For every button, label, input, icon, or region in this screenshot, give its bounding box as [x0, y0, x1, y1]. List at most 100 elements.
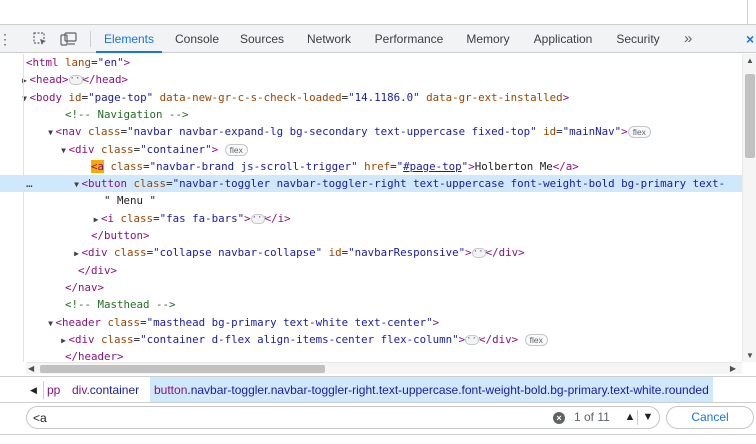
cancel-button[interactable]: Cancel	[666, 406, 754, 429]
tag-open: <i	[101, 211, 115, 225]
tag-open: <body	[29, 90, 63, 104]
scroll-thumb[interactable]	[745, 74, 755, 158]
flex-badge[interactable]: flex	[627, 126, 651, 139]
breadcrumb: ◀ pp div.container button.navbar-toggler…	[0, 376, 756, 403]
href-link[interactable]: #page-top	[403, 160, 462, 173]
dom-node-div-container[interactable]: ▼ <div class="container"> flex	[0, 141, 742, 158]
node-actions-icon[interactable]: …	[26, 175, 33, 192]
tag-open: <header	[55, 315, 102, 329]
dom-tree: <html lang="en"> ▶ <head>···</head> ▼ <bod…	[0, 54, 742, 362]
scroll-down-icon[interactable]: ▼	[746, 351, 754, 360]
tag-open: <button	[81, 177, 128, 191]
dom-node-html[interactable]: <html lang="en">	[0, 54, 742, 71]
tab-console[interactable]: Console	[166, 25, 228, 53]
tag-close: </head>	[82, 73, 129, 87]
dom-node-div-collapse[interactable]: ▶ <div class="collapse navbar-collapse" i…	[0, 244, 742, 261]
dom-node-body[interactable]: ▼ <body id="page-top" data-new-gr-c-s-che…	[0, 89, 742, 106]
scroll-thumb[interactable]	[40, 365, 325, 373]
dom-node-head[interactable]: ▶ <head>···</head>	[0, 71, 742, 88]
dom-node-button-selected[interactable]: … ▼ <button class="navbar-toggler navbar-…	[0, 175, 742, 193]
dom-node-header[interactable]: ▼ <header class="masthead bg-primary text…	[0, 314, 742, 331]
dom-close-nav[interactable]: </nav>	[0, 279, 742, 296]
collapse-triangle-icon[interactable]: ▼	[46, 315, 56, 332]
scroll-right-icon[interactable]: ▶	[730, 363, 736, 375]
collapse-triangle-icon[interactable]: ▼	[46, 124, 56, 141]
previous-match-button[interactable]: ▲	[621, 407, 639, 428]
attr-value: "14.1186.0"	[348, 90, 420, 104]
breadcrumb-item-selected[interactable]: button.navbar-toggler.navbar-toggler-rig…	[150, 377, 713, 403]
tag-close: </div>	[485, 246, 525, 260]
ellipsis-icon[interactable]: ···	[465, 334, 482, 345]
drawer-strip	[0, 434, 756, 444]
attr-value: "navbarResponsive"	[348, 246, 466, 260]
device-toolbar-icon[interactable]	[58, 25, 80, 53]
expand-triangle-icon[interactable]: ▶	[72, 245, 82, 262]
attr-value: "container"	[140, 142, 212, 156]
collapse-triangle-icon[interactable]: ▼	[20, 90, 30, 107]
tree-gutter	[23, 54, 24, 362]
tag-close: >	[432, 315, 440, 329]
tag-open: <html	[26, 56, 59, 69]
scroll-left-icon[interactable]: ◀	[28, 363, 34, 375]
tag-close: </i>	[264, 211, 291, 225]
expand-triangle-icon[interactable]: ▶	[20, 72, 30, 89]
tag-open: <head>	[29, 73, 69, 87]
collapse-triangle-icon[interactable]: ▼	[72, 176, 82, 193]
dom-close-header[interactable]: </header>	[0, 348, 742, 362]
dom-close-button[interactable]: </button>	[0, 227, 742, 244]
tab-network[interactable]: Network	[296, 25, 362, 53]
comment-text: <!-- Masthead -->	[65, 298, 176, 312]
attr-name: id	[68, 90, 82, 104]
dom-node-div-masthead[interactable]: ▶ <div class="container d-flex align-item…	[0, 331, 742, 348]
kebab-menu-icon[interactable]: ⋮	[0, 25, 12, 53]
dom-node-a[interactable]: <a class="navbar-brand js-scroll-trigger…	[0, 158, 742, 175]
dom-node-i[interactable]: ▶ <i class="fas fa-bars">···</i>	[0, 210, 742, 227]
attr-value: "navbar-brand js-scroll-trigger"	[149, 159, 358, 173]
tab-memory[interactable]: Memory	[456, 25, 520, 53]
attr-value: "en"	[97, 56, 124, 69]
attr-name: class	[114, 246, 147, 260]
flex-badge[interactable]: flex	[524, 333, 548, 346]
vertical-scrollbar[interactable]: ▲ ▼	[742, 54, 756, 362]
tab-performance[interactable]: Performance	[366, 25, 452, 53]
ellipsis-icon[interactable]: ···	[68, 75, 86, 86]
tag-close: >	[211, 142, 219, 156]
tag-open: <div	[81, 246, 108, 260]
attr-name: class	[110, 159, 144, 173]
tag-close: </nav>	[65, 280, 105, 294]
attr-name: class	[133, 177, 167, 191]
tab-sources[interactable]: Sources	[232, 25, 292, 53]
flex-badge[interactable]: flex	[224, 143, 248, 156]
search-input[interactable]	[33, 409, 533, 426]
attr-name: id	[328, 246, 342, 260]
tag-open: <div	[68, 142, 95, 156]
clear-search-icon[interactable]: ×	[553, 412, 565, 424]
top-strip-edge	[747, 0, 748, 24]
ellipsis-icon[interactable]: ···	[250, 213, 268, 224]
close-icon[interactable]: ×	[746, 25, 754, 53]
tag-close: >	[562, 90, 570, 104]
collapse-triangle-icon[interactable]: ▼	[59, 142, 69, 159]
dom-comment[interactable]: <!-- Navigation -->	[0, 106, 742, 123]
top-strip	[0, 0, 756, 25]
more-tabs-icon[interactable]: »	[684, 25, 692, 53]
tab-elements[interactable]: Elements	[96, 25, 162, 53]
dom-comment[interactable]: <!-- Masthead -->	[0, 296, 742, 313]
scroll-up-icon[interactable]: ▲	[746, 56, 754, 65]
dom-node-nav[interactable]: ▼ <nav class="navbar navbar-expand-lg bg-…	[0, 123, 742, 140]
horizontal-scrollbar[interactable]: ◀ ▶	[26, 362, 742, 374]
tab-security[interactable]: Security	[606, 25, 670, 53]
dom-text-node[interactable]: " Menu "	[0, 192, 742, 209]
breadcrumb-separator	[43, 381, 44, 399]
node-text: " Menu "	[104, 194, 157, 208]
expand-triangle-icon[interactable]: ▶	[91, 211, 101, 228]
breadcrumb-item[interactable]: div.container	[72, 377, 139, 403]
tab-application[interactable]: Application	[524, 25, 602, 53]
expand-triangle-icon[interactable]: ▶	[59, 332, 69, 349]
breadcrumb-item[interactable]: pp	[47, 377, 60, 403]
element-picker-icon[interactable]	[30, 25, 50, 53]
breadcrumb-prev-icon[interactable]: ◀	[30, 377, 37, 403]
ellipsis-icon[interactable]: ···	[471, 248, 489, 259]
dom-close-div[interactable]: </div>	[0, 262, 742, 279]
next-match-button[interactable]: ▼	[639, 407, 657, 428]
